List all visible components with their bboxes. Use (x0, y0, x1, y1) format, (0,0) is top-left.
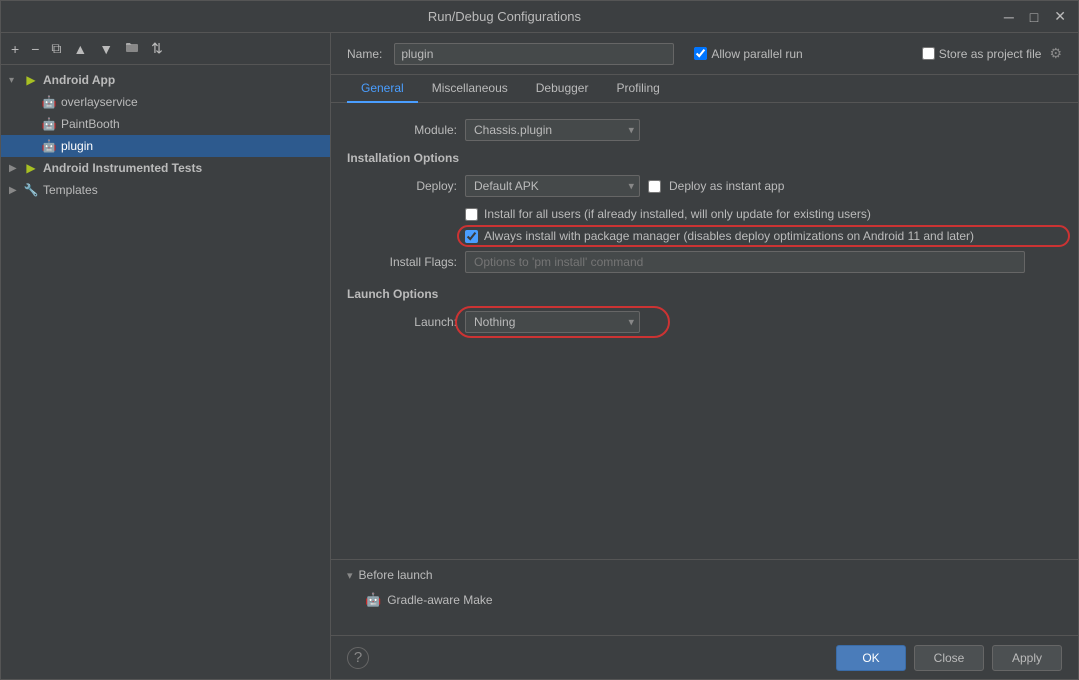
tree-label: plugin (61, 139, 93, 153)
before-launch-arrow: ▾ (347, 569, 353, 582)
module-select-wrap: Chassis.plugin (465, 119, 640, 141)
remove-config-button[interactable]: − (27, 39, 43, 59)
android-icon: 🤖 (41, 94, 57, 110)
sort-button[interactable]: ⇅ (147, 38, 167, 59)
tab-miscellaneous[interactable]: Miscellaneous (418, 75, 522, 103)
launch-row: Launch: Nothing Default Activity Specifi… (347, 311, 1062, 333)
always-install-checkbox[interactable] (465, 230, 478, 243)
launch-options-label: Launch Options (347, 287, 1062, 301)
android-icon: ▶ (23, 160, 39, 176)
tree-label: overlayservice (61, 95, 138, 109)
android-icon: 🤖 (41, 138, 57, 154)
allow-parallel-label: Allow parallel run (711, 47, 802, 61)
deploy-select[interactable]: Default APK APK from app bundle Nothing (465, 175, 640, 197)
main-content: + − ⧉ ▲ ▼ ⇅ ▾ ▶ Android App (1, 33, 1078, 679)
module-label: Module: (347, 123, 457, 137)
right-panel: Name: Allow parallel run Store as projec… (331, 33, 1078, 679)
store-project-label: Store as project file (939, 47, 1042, 61)
bottom-bar: ? OK Close Apply (331, 635, 1078, 679)
deploy-instant-app-label: Deploy as instant app (669, 179, 784, 193)
tree-label: Android Instrumented Tests (43, 161, 202, 175)
always-install-label: Always install with package manager (dis… (484, 229, 974, 243)
titlebar: Run/Debug Configurations ─ □ ✕ (1, 1, 1078, 33)
form-area: Module: Chassis.plugin Installation Opti… (331, 103, 1078, 559)
before-launch-title: Before launch (359, 568, 433, 582)
tree-label: Android App (43, 73, 115, 87)
android-icon: 🤖 (41, 116, 57, 132)
before-launch-items: 🤖 Gradle-aware Make (347, 590, 1062, 610)
launch-select-wrap: Nothing Default Activity Specified Activ… (465, 311, 640, 333)
run-debug-configurations-dialog: Run/Debug Configurations ─ □ ✕ + − ⧉ ▲ ▼ (0, 0, 1079, 680)
module-select[interactable]: Chassis.plugin (465, 119, 640, 141)
deploy-row: Deploy: Default APK APK from app bundle … (347, 175, 1062, 197)
launch-label: Launch: (347, 315, 457, 329)
tree-item-android-app[interactable]: ▾ ▶ Android App (1, 69, 330, 91)
tab-bar: General Miscellaneous Debugger Profiling (331, 75, 1078, 103)
android-icon: ▶ (23, 72, 39, 88)
tree-label: PaintBooth (61, 117, 120, 131)
launch-select[interactable]: Nothing Default Activity Specified Activ… (465, 311, 640, 333)
dialog-title: Run/Debug Configurations (9, 9, 1000, 24)
tab-general[interactable]: General (347, 75, 418, 103)
installation-options-label: Installation Options (347, 151, 1062, 165)
config-tree: ▾ ▶ Android App 🤖 overlayservice 🤖 Paint… (1, 65, 330, 679)
install-flags-row: Install Flags: (347, 251, 1062, 273)
launch-row-container: Launch: Nothing Default Activity Specifi… (347, 311, 1062, 333)
store-project-checkbox[interactable] (922, 47, 935, 60)
module-row: Module: Chassis.plugin (347, 119, 1062, 141)
wrench-icon: 🔧 (23, 182, 39, 198)
tree-item-overlayservice[interactable]: 🤖 overlayservice (1, 91, 330, 113)
tree-item-templates[interactable]: ▶ 🔧 Templates (1, 179, 330, 201)
install-flags-label: Install Flags: (347, 255, 457, 269)
name-bar: Name: Allow parallel run Store as projec… (331, 33, 1078, 75)
before-launch-header[interactable]: ▾ Before launch (347, 560, 1062, 590)
move-down-button[interactable]: ▼ (95, 39, 117, 59)
form-content: Module: Chassis.plugin Installation Opti… (347, 119, 1062, 333)
store-project-option: Store as project file ⚙ (922, 45, 1062, 62)
allow-parallel-checkbox[interactable] (694, 47, 707, 60)
deploy-instant-app-checkbox[interactable] (648, 180, 661, 193)
expand-arrow: ▶ (9, 163, 23, 174)
tree-item-paintbooth[interactable]: 🤖 PaintBooth (1, 113, 330, 135)
tree-item-plugin[interactable]: 🤖 plugin (1, 135, 330, 157)
install-all-users-checkbox[interactable] (465, 208, 478, 221)
always-install-checkbox-row: Always install with package manager (dis… (347, 229, 1062, 243)
add-config-button[interactable]: + (7, 39, 23, 59)
window-controls: ─ □ ✕ (1000, 6, 1070, 27)
tree-item-instrumented-tests[interactable]: ▶ ▶ Android Instrumented Tests (1, 157, 330, 179)
gradle-icon: 🤖 (365, 592, 381, 608)
allow-parallel-option: Allow parallel run (694, 47, 802, 61)
gear-icon[interactable]: ⚙ (1049, 45, 1062, 62)
deploy-label: Deploy: (347, 179, 457, 193)
install-all-users-row: Install for all users (if already instal… (347, 207, 1062, 221)
close-button[interactable]: Close (914, 645, 984, 671)
maximize-button[interactable]: □ (1026, 7, 1042, 27)
tab-profiling[interactable]: Profiling (602, 75, 673, 103)
folder-button[interactable] (121, 38, 143, 59)
minimize-button[interactable]: ─ (1000, 7, 1018, 27)
help-button[interactable]: ? (347, 647, 369, 669)
tab-debugger[interactable]: Debugger (522, 75, 603, 103)
ok-button[interactable]: OK (836, 645, 906, 671)
deploy-select-wrap: Default APK APK from app bundle Nothing (465, 175, 640, 197)
before-launch-section: ▾ Before launch 🤖 Gradle-aware Make (331, 559, 1078, 635)
install-flags-input[interactable] (465, 251, 1025, 273)
install-all-users-label: Install for all users (if already instal… (484, 207, 871, 221)
config-toolbar: + − ⧉ ▲ ▼ ⇅ (1, 33, 330, 65)
tree-label: Templates (43, 183, 98, 197)
left-panel: + − ⧉ ▲ ▼ ⇅ ▾ ▶ Android App (1, 33, 331, 679)
name-field-label: Name: (347, 47, 382, 61)
expand-arrow: ▶ (9, 185, 23, 196)
apply-button[interactable]: Apply (992, 645, 1062, 671)
always-install-row: Always install with package manager (dis… (347, 229, 1062, 243)
name-input[interactable] (394, 43, 674, 65)
close-button[interactable]: ✕ (1050, 6, 1070, 27)
expand-arrow: ▾ (9, 75, 23, 86)
copy-config-button[interactable]: ⧉ (47, 38, 65, 59)
move-up-button[interactable]: ▲ (69, 39, 91, 59)
gradle-make-label: Gradle-aware Make (387, 593, 492, 607)
